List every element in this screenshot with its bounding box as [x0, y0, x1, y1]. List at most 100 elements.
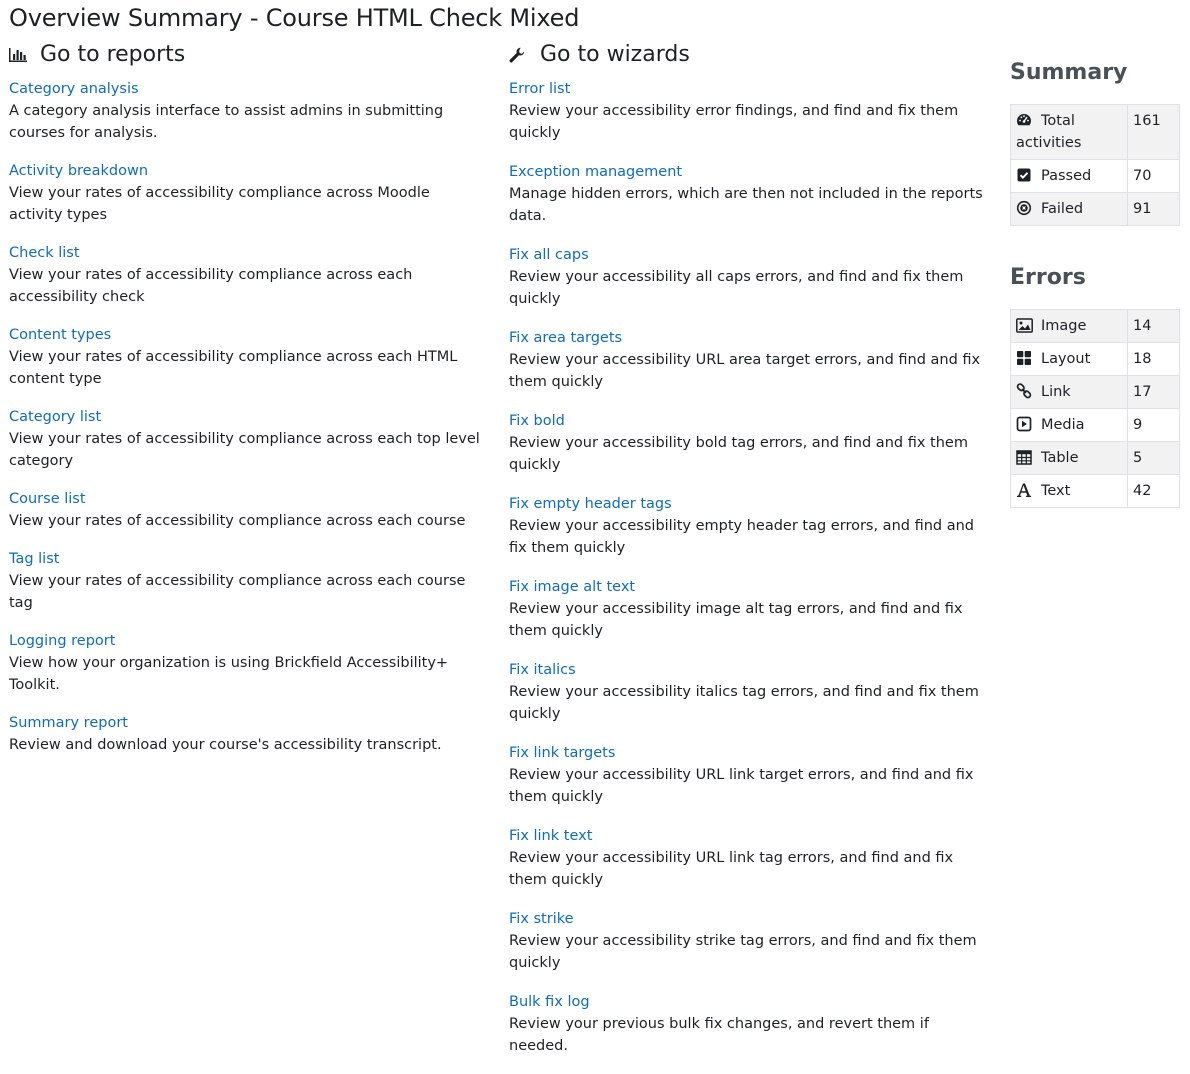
report-link-check-list[interactable]: Check list: [9, 242, 485, 264]
table-row: Text 42: [1010, 474, 1180, 508]
wizard-item: Fix italics Review your accessibility ita…: [509, 659, 987, 725]
report-link-tag-list[interactable]: Tag list: [9, 548, 485, 570]
summary-label-cell: Total activities: [1010, 104, 1128, 160]
wizard-link-fix-strike[interactable]: Fix strike: [509, 908, 987, 930]
wizard-link-fix-image-alt-text[interactable]: Fix image alt text: [509, 576, 987, 598]
error-value-cell: 5: [1127, 441, 1180, 475]
summary-label-cell: Failed: [1010, 192, 1128, 226]
wizard-link-fix-bold[interactable]: Fix bold: [509, 410, 987, 432]
report-description: View your rates of accessibility complia…: [9, 267, 413, 305]
table-row: Failed 91: [1010, 192, 1180, 226]
wizard-link-bulk-fix-log[interactable]: Bulk fix log: [509, 991, 987, 1013]
wizard-item: Fix bold Review your accessibility bold t…: [509, 410, 987, 476]
page-title: Overview Summary - Course HTML Check Mix…: [9, 4, 580, 32]
wizard-link-error-list[interactable]: Error list: [509, 78, 987, 100]
bar-chart-icon: [9, 45, 31, 65]
report-link-course-list[interactable]: Course list: [9, 488, 485, 510]
wizard-link-fix-link-text[interactable]: Fix link text: [509, 825, 987, 847]
report-link-content-types[interactable]: Content types: [9, 324, 485, 346]
wizard-link-fix-empty-header-tags[interactable]: Fix empty header tags: [509, 493, 987, 515]
report-item: Course list View your rates of accessibil…: [9, 488, 485, 532]
table-row: Total activities 161: [1010, 104, 1180, 160]
wizard-description: Review your accessibility error findings…: [509, 103, 959, 141]
table-row: Table 5: [1010, 441, 1180, 475]
error-value-cell: 18: [1127, 342, 1180, 376]
wizard-description: Review your accessibility strike tag err…: [509, 933, 977, 971]
report-item: Category analysis A category analysis int…: [9, 78, 485, 144]
report-item: Check list View your rates of accessibili…: [9, 242, 485, 308]
report-description: Review and download your course's access…: [9, 737, 442, 753]
error-value-cell: 17: [1127, 375, 1180, 409]
wizard-description: Review your accessibility bold tag error…: [509, 435, 968, 473]
wizard-description: Review your accessibility all caps error…: [509, 269, 964, 307]
wizard-description: Review your accessibility italics tag er…: [509, 684, 979, 722]
error-value-cell: 14: [1127, 309, 1180, 343]
wizard-item: Error list Review your accessibility erro…: [509, 78, 987, 144]
report-description: View your rates of accessibility complia…: [9, 185, 430, 223]
wizard-link-fix-all-caps[interactable]: Fix all caps: [509, 244, 987, 266]
wizard-description: Manage hidden errors, which are then not…: [509, 186, 983, 224]
report-link-category-analysis[interactable]: Category analysis: [9, 78, 485, 100]
media-icon: [1016, 416, 1032, 432]
error-label-cell: Media: [1010, 408, 1128, 442]
wizard-item: Exception management Manage hidden errors…: [509, 161, 987, 227]
report-description: View your rates of accessibility complia…: [9, 349, 458, 387]
summary-value-cell: 91: [1127, 192, 1180, 226]
check-square-icon: [1016, 167, 1032, 183]
summary-label-cell: Passed: [1010, 159, 1128, 193]
wizard-item: Fix image alt text Review your accessibil…: [509, 576, 987, 642]
times-circle-icon: [1016, 200, 1032, 216]
report-item: Category list View your rates of accessib…: [9, 406, 485, 472]
wizard-link-fix-italics[interactable]: Fix italics: [509, 659, 987, 681]
wizard-link-exception-management[interactable]: Exception management: [509, 161, 987, 183]
report-item: Logging report View how your organization…: [9, 630, 485, 696]
report-description: View your rates of accessibility complia…: [9, 573, 466, 611]
wizard-description: Review your accessibility empty header t…: [509, 518, 974, 556]
wizards-column: Go to wizards Error list Review your acce…: [509, 40, 987, 1074]
summary-table: Total activities 161 Passed 70 Failed 91: [1010, 104, 1180, 226]
error-label-cell: Table: [1010, 441, 1128, 475]
reports-heading: Go to reports: [9, 40, 485, 70]
table-row: Passed 70: [1010, 159, 1180, 193]
table-row: Image 14: [1010, 309, 1180, 343]
table-row: Layout 18: [1010, 342, 1180, 376]
wizard-item: Bulk fix log Review your previous bulk fi…: [509, 991, 987, 1057]
error-label-cell: Text: [1010, 474, 1128, 508]
table-icon: [1016, 450, 1032, 466]
report-item: Tag list View your rates of accessibility…: [9, 548, 485, 614]
wizard-item: Fix strike Review your accessibility stri…: [509, 908, 987, 974]
report-description: View your rates of accessibility complia…: [9, 513, 466, 529]
wizard-item: Fix area targets Review your accessibilit…: [509, 327, 987, 393]
wizards-heading: Go to wizards: [509, 40, 987, 70]
report-link-logging-report[interactable]: Logging report: [9, 630, 485, 652]
link-icon: [1016, 383, 1032, 399]
error-label-cell: Layout: [1010, 342, 1128, 376]
error-label-cell: Link: [1010, 375, 1128, 409]
errors-panel: Errors Image 14 Layout 18 Link 17 Media …: [1010, 263, 1180, 508]
wizard-link-fix-link-targets[interactable]: Fix link targets: [509, 742, 987, 764]
wizard-description: Review your accessibility image alt tag …: [509, 601, 963, 639]
layout-icon: [1016, 350, 1032, 366]
report-description: A category analysis interface to assist …: [9, 103, 444, 141]
wizard-description: Review your accessibility URL link targe…: [509, 767, 974, 805]
summary-value-cell: 161: [1127, 104, 1180, 160]
wrench-icon: [509, 45, 531, 65]
wizard-item: Fix empty header tags Review your accessi…: [509, 493, 987, 559]
report-link-summary-report[interactable]: Summary report: [9, 712, 485, 734]
wizard-item: Fix link text Review your accessibility U…: [509, 825, 987, 891]
wizard-description: Review your accessibility URL area targe…: [509, 352, 981, 390]
image-icon: [1016, 318, 1033, 334]
error-label-cell: Image: [1010, 309, 1128, 343]
error-value-cell: 42: [1127, 474, 1180, 508]
table-row: Link 17: [1010, 375, 1180, 409]
report-item: Activity breakdown View your rates of acc…: [9, 160, 485, 226]
report-item: Summary report Review and download your c…: [9, 712, 485, 756]
summary-value-cell: 70: [1127, 159, 1180, 193]
table-row: Media 9: [1010, 408, 1180, 442]
report-description: View how your organization is using Bric…: [9, 655, 449, 693]
report-link-category-list[interactable]: Category list: [9, 406, 485, 428]
report-link-activity-breakdown[interactable]: Activity breakdown: [9, 160, 485, 182]
wizard-link-fix-area-targets[interactable]: Fix area targets: [509, 327, 987, 349]
error-value-cell: 9: [1127, 408, 1180, 442]
text-icon: [1016, 482, 1032, 498]
